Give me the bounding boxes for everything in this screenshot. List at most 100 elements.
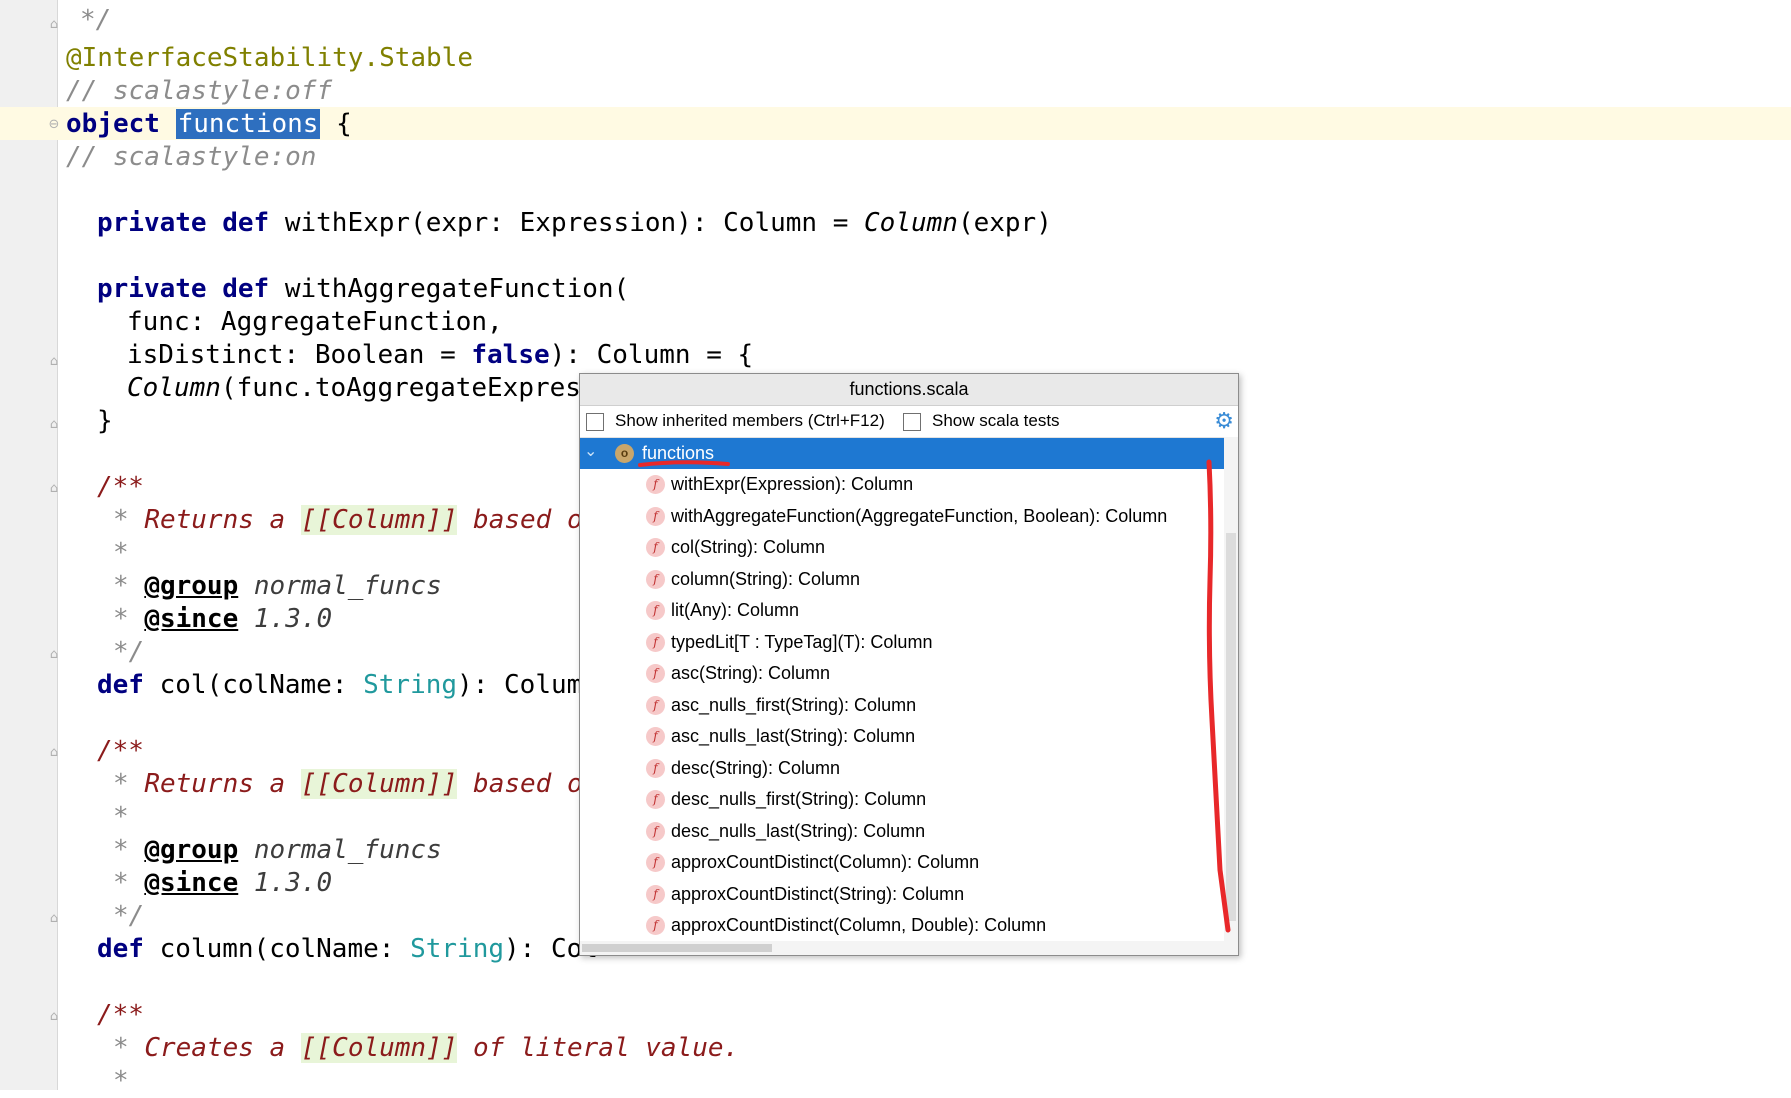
fold-marker-icon[interactable]: ⌂ [47, 355, 61, 369]
doc-link[interactable]: [[Column]] [300, 505, 458, 535]
code-line[interactable]: /** [97, 735, 144, 768]
doc-tag: @since [144, 868, 239, 898]
chevron-down-icon[interactable]: ⌄ [584, 441, 597, 460]
member-label: withExpr(Expression): Column [671, 474, 914, 494]
fold-marker-icon[interactable]: ⊖ [47, 118, 61, 132]
member-label: approxCountDistinct(String): Column [671, 883, 965, 904]
member-item[interactable]: f withAggregateFunction(AggregateFunction… [580, 501, 1238, 533]
show-scala-tests-label[interactable]: Show scala tests [932, 411, 1060, 431]
annotation-text: @InterfaceStability.Stable [66, 43, 473, 73]
member-label: asc(String): Column [671, 663, 831, 683]
comment-text: // scalastyle:on [66, 142, 317, 172]
function-icon: f [646, 758, 665, 778]
code-text: Column [864, 208, 958, 238]
code-line[interactable]: */ [80, 4, 111, 37]
code-line[interactable]: // scalastyle:off [66, 75, 332, 108]
fold-marker-icon[interactable]: ⌂ [47, 1010, 61, 1024]
function-icon: f [646, 821, 665, 841]
doc-tag-value: normal_funcs [238, 835, 442, 865]
member-item[interactable]: f desc(String): Column [580, 753, 1238, 785]
code-line[interactable]: * [113, 801, 129, 834]
file-structure-popup[interactable]: functions.scala Show inherited members (… [579, 373, 1239, 956]
type-name: String [410, 934, 504, 964]
fold-marker-icon[interactable]: ⌂ [47, 418, 61, 432]
vertical-scrollbar[interactable] [1224, 437, 1238, 955]
code-line[interactable]: isDistinct: Boolean = false): Column = { [127, 339, 753, 372]
code-line[interactable]: * [113, 537, 129, 570]
code-line[interactable]: Column(func.toAggregateExpress [127, 372, 597, 405]
doc-comment: /** [97, 472, 144, 502]
member-item[interactable]: f asc(String): Column [580, 658, 1238, 690]
gear-icon[interactable]: ⚙ [1214, 409, 1234, 434]
fold-marker-icon[interactable]: ⌂ [47, 18, 61, 32]
member-label: desc_nulls_first(String): Column [671, 789, 927, 809]
scrollbar-thumb[interactable] [1226, 533, 1236, 921]
show-scala-tests-checkbox[interactable] [903, 413, 921, 431]
member-item[interactable]: f asc_nulls_first(String): Column [580, 690, 1238, 722]
code-line[interactable]: */ [113, 900, 144, 933]
code-line[interactable]: def column(colName: String): Col [97, 933, 598, 966]
code-line[interactable]: func: AggregateFunction, [127, 306, 503, 339]
selected-identifier[interactable]: functions [175, 109, 321, 139]
code-line[interactable]: * @since 1.3.0 [113, 603, 332, 636]
member-item[interactable]: f typedLit[T : TypeTag](T): Column [580, 627, 1238, 659]
code-line[interactable]: private def withAggregateFunction( [97, 273, 629, 306]
member-item[interactable]: f col(String): Column [580, 532, 1238, 564]
structure-tree[interactable]: ⌄ o functions f withExpr(Expression): Col… [580, 438, 1238, 942]
member-item[interactable]: f desc_nulls_first(String): Column [580, 784, 1238, 816]
code-text: } [97, 406, 113, 436]
doc-comment: Returns a [144, 769, 301, 799]
fold-marker-icon[interactable]: ⌂ [47, 648, 61, 662]
doc-link[interactable]: [[Column]] [300, 1033, 458, 1063]
code-line[interactable]: * Creates a [[Column]] of literal value. [113, 1032, 739, 1065]
editor-gutter [0, 0, 58, 1090]
function-icon: f [646, 664, 665, 683]
code-line[interactable]: * Returns a [[Column]] based on [113, 504, 598, 537]
member-item[interactable]: f asc_nulls_last(String): Column [580, 721, 1238, 753]
code-line[interactable]: * @group normal_funcs [113, 834, 442, 867]
code-text: (func.toAggregateExpress [220, 373, 597, 403]
code-line[interactable]: @InterfaceStability.Stable [66, 42, 473, 75]
show-inherited-label[interactable]: Show inherited members (Ctrl+F12) [615, 411, 885, 431]
doc-comment: Returns a [144, 505, 301, 535]
code-line[interactable]: // scalastyle:on [66, 141, 316, 174]
doc-link[interactable]: [[Column]] [300, 769, 458, 799]
code-line[interactable]: private def withExpr(expr: Expression): … [97, 207, 1052, 240]
keyword: private def [97, 274, 270, 304]
member-label: approxCountDistinct(Column, Double): Col… [671, 915, 1047, 935]
tree-root-label: functions [642, 443, 715, 463]
code-line[interactable]: /** [97, 999, 144, 1032]
code-line[interactable]: */ [113, 636, 144, 669]
member-item[interactable]: f withExpr(Expression): Column [580, 469, 1238, 501]
code-line[interactable]: } [97, 405, 113, 438]
doc-tag-value: 1.3.0 [238, 868, 333, 898]
doc-comment: based on [457, 505, 599, 535]
horizontal-scrollbar[interactable] [580, 941, 1224, 955]
function-icon: f [646, 727, 665, 746]
code-line[interactable]: def col(colName: String): Column [97, 669, 598, 702]
fold-marker-icon[interactable]: ⌂ [47, 912, 61, 926]
member-item[interactable]: f lit(Any): Column [580, 595, 1238, 627]
member-item[interactable]: f approxCountDistinct(String): Column [580, 879, 1238, 911]
member-item[interactable]: f column(String): Column [580, 564, 1238, 596]
code-line[interactable]: * @since 1.3.0 [113, 867, 332, 900]
code-text: func: AggregateFunction, [127, 307, 503, 337]
code-line[interactable]: * @group normal_funcs [113, 570, 442, 603]
function-icon: f [646, 601, 665, 620]
code-line[interactable]: /** [97, 471, 144, 504]
member-item[interactable]: f approxCountDistinct(Column, Double): Co… [580, 910, 1238, 942]
member-list: f withExpr(Expression): Column f withAggreg… [580, 469, 1238, 942]
tree-root-item[interactable]: ⌄ o functions [580, 438, 1238, 469]
member-label: column(String): Column [671, 568, 861, 589]
member-item[interactable]: f approxCountDistinct(Column): Column [580, 847, 1238, 879]
code-line[interactable]: * [113, 1065, 129, 1098]
code-text: withAggregateFunction( [269, 274, 630, 304]
fold-marker-icon[interactable]: ⌂ [47, 482, 61, 496]
fold-marker-icon[interactable]: ⌂ [47, 746, 61, 760]
scrollbar-thumb[interactable] [582, 944, 772, 952]
show-inherited-checkbox[interactable] [586, 413, 604, 431]
code-line[interactable]: * Returns a [[Column]] based on [113, 768, 598, 801]
popup-title[interactable]: functions.scala [580, 374, 1238, 406]
code-line-current[interactable]: object functions { [66, 108, 352, 141]
member-item[interactable]: f desc_nulls_last(String): Column [580, 816, 1238, 848]
